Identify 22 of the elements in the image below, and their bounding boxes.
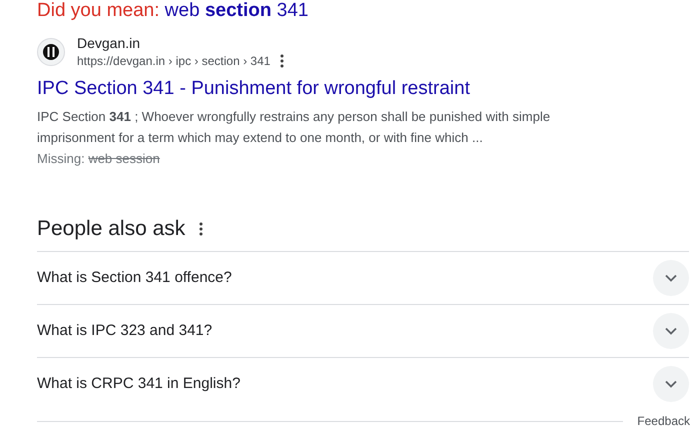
missing-label: Missing:	[37, 151, 85, 166]
section-heading: People also ask	[37, 216, 186, 242]
site-name: Devgan.in	[77, 34, 142, 52]
missing-terms: web session	[88, 151, 160, 166]
expand-toggle[interactable]	[653, 313, 689, 349]
chevron-icon	[665, 274, 677, 282]
question-row[interactable]: What is CRPC 341 in English?	[37, 358, 689, 410]
breadcrumb-url: https://devgan.in › ipc › section › 341	[77, 53, 270, 70]
question-row[interactable]: What is Section 341 offence?	[37, 252, 689, 304]
site-logo-icon	[37, 38, 65, 66]
result-snippet: IPC Section 341 ; Whoever wrongfully restrains any person shall be punished with simple imprisonment for a term which may extend to one month, or with fine which ...	[37, 108, 552, 147]
suggestion-link[interactable]: web section 341	[164, 0, 308, 21]
question-row[interactable]: What is IPC 323 and 341?	[37, 305, 689, 357]
expand-toggle[interactable]	[653, 260, 689, 296]
chevron-icon	[665, 327, 677, 335]
more-options-icon[interactable]	[280, 54, 284, 68]
feedback-link[interactable]: Feedback	[637, 412, 690, 430]
more-options-icon[interactable]	[199, 222, 204, 236]
chevron-icon	[665, 380, 677, 388]
expand-toggle[interactable]	[653, 366, 689, 402]
result-title-link[interactable]: IPC Section 341 - Punishment for wrongful restraint	[37, 76, 689, 102]
did-you-mean-label: Did you mean:	[37, 0, 160, 21]
